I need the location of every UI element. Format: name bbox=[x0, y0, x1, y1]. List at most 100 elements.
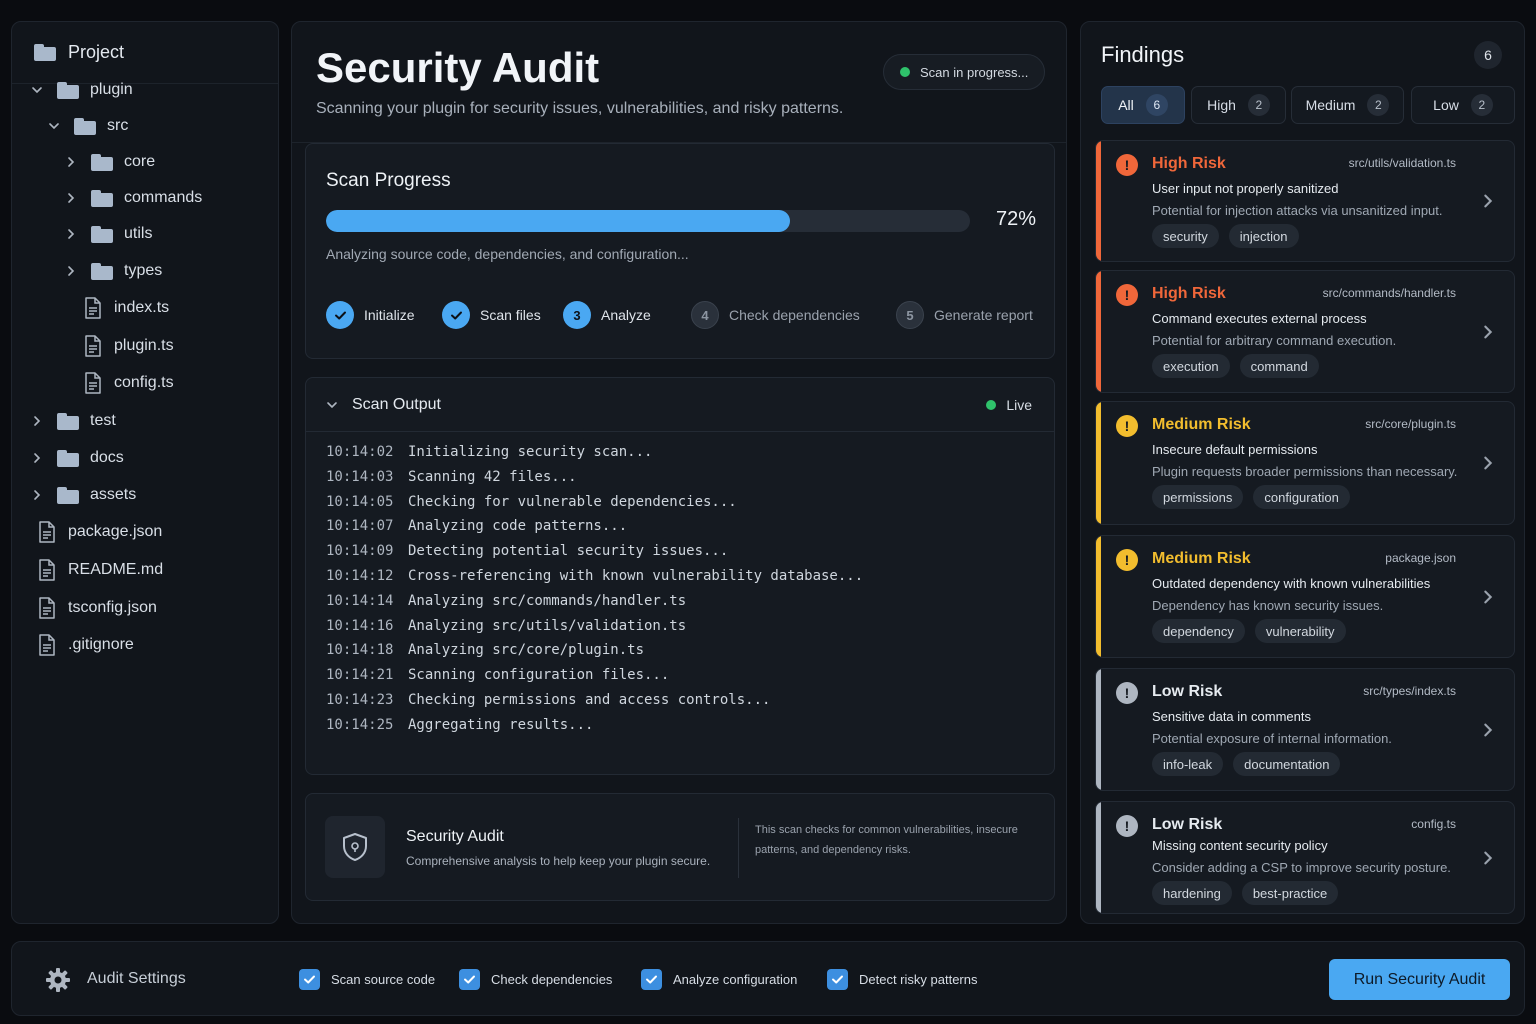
tree-item-label: utils bbox=[124, 225, 153, 242]
step-label: Initialize bbox=[364, 307, 415, 323]
filter-tab-medium[interactable]: Medium 2 bbox=[1291, 86, 1404, 124]
folder-icon bbox=[57, 81, 79, 99]
scan-step: 3 Analyze bbox=[563, 301, 651, 329]
finding-card[interactable]: ! Low Risk config.ts Missing content securi… bbox=[1095, 801, 1515, 914]
project-sidebar: Project plugin src core commands utils types i… bbox=[11, 21, 279, 924]
chevron-down-icon[interactable] bbox=[324, 397, 340, 413]
checkbox-checked-icon[interactable] bbox=[641, 969, 662, 990]
alert-icon: ! bbox=[1116, 682, 1138, 704]
file-icon bbox=[84, 297, 102, 319]
chevron-down-icon[interactable] bbox=[46, 118, 62, 134]
filter-label: Medium bbox=[1305, 97, 1356, 113]
file-icon bbox=[84, 372, 102, 394]
tree-file[interactable]: README.md bbox=[29, 555, 163, 585]
step-label: Generate report bbox=[934, 307, 1033, 323]
chevron-right-icon[interactable] bbox=[63, 154, 79, 170]
tree-folder[interactable]: types bbox=[63, 256, 162, 286]
tree-file[interactable]: plugin.ts bbox=[63, 331, 174, 361]
severity-stripe bbox=[1096, 271, 1101, 392]
tree-file[interactable]: package.json bbox=[29, 517, 162, 547]
chevron-right-icon[interactable] bbox=[1480, 722, 1496, 738]
file-icon bbox=[38, 559, 56, 581]
log-line: 10:14:14 Analyzing src/commands/handler.t… bbox=[326, 593, 863, 618]
step-label: Check dependencies bbox=[729, 307, 860, 323]
log-timestamp: 10:14:25 bbox=[326, 716, 394, 733]
tree-item-label: types bbox=[124, 262, 163, 279]
folder-icon bbox=[91, 225, 113, 243]
tree-folder[interactable]: core bbox=[63, 147, 155, 177]
filter-tab-all[interactable]: All 6 bbox=[1101, 86, 1185, 124]
finding-description: Dependency has known security issues. bbox=[1152, 598, 1384, 613]
finding-card[interactable]: ! High Risk src/commands/handler.ts Command… bbox=[1095, 270, 1515, 393]
folder-icon bbox=[34, 44, 56, 61]
checkbox-checked-icon[interactable] bbox=[827, 969, 848, 990]
gear-icon[interactable] bbox=[44, 966, 72, 994]
chevron-right-icon[interactable] bbox=[1480, 455, 1496, 471]
checkbox-checked-icon[interactable] bbox=[459, 969, 480, 990]
scan-progress-card: Scan Progress 72% Analyzing source code,… bbox=[305, 143, 1055, 359]
scan-status-badge: Scan in progress... bbox=[883, 54, 1045, 90]
filter-count: 2 bbox=[1367, 94, 1390, 116]
chevron-right-icon[interactable] bbox=[1480, 850, 1496, 866]
progress-bar bbox=[326, 210, 970, 232]
chevron-right-icon[interactable] bbox=[1480, 324, 1496, 340]
tree-file[interactable]: index.ts bbox=[63, 293, 169, 323]
folder-icon bbox=[57, 449, 79, 467]
finding-description: Potential exposure of internal informati… bbox=[1152, 731, 1392, 746]
log-timestamp: 10:14:14 bbox=[326, 592, 394, 609]
option-checkbox[interactable]: Check dependencies bbox=[459, 969, 612, 990]
tree-folder[interactable]: src bbox=[46, 111, 128, 141]
scan-output-header[interactable]: Scan Output Live bbox=[306, 378, 1054, 432]
tree-folder[interactable]: commands bbox=[63, 183, 202, 213]
step-number: 5 bbox=[896, 301, 924, 329]
tree-file[interactable]: config.ts bbox=[63, 368, 174, 398]
finding-tag: configuration bbox=[1253, 485, 1350, 509]
finding-tags: execution command bbox=[1152, 354, 1319, 378]
finding-tag: command bbox=[1239, 354, 1319, 378]
tree-file[interactable]: tsconfig.json bbox=[29, 593, 157, 623]
option-checkbox[interactable]: Detect risky patterns bbox=[827, 969, 978, 990]
check-icon bbox=[442, 301, 470, 329]
chevron-right-icon[interactable] bbox=[63, 190, 79, 206]
finding-card[interactable]: ! Medium Risk src/core/plugin.ts Insecure d… bbox=[1095, 401, 1515, 525]
tree-folder[interactable]: utils bbox=[63, 219, 152, 249]
filter-count: 2 bbox=[1470, 94, 1493, 116]
checkbox-checked-icon[interactable] bbox=[299, 969, 320, 990]
filter-tab-low[interactable]: Low 2 bbox=[1411, 86, 1515, 124]
option-label: Check dependencies bbox=[491, 972, 613, 987]
chevron-right-icon[interactable] bbox=[63, 226, 79, 242]
tree-item-label: plugin bbox=[90, 81, 133, 98]
tree-folder[interactable]: assets bbox=[29, 480, 136, 510]
finding-card[interactable]: ! High Risk src/utils/validation.ts User in… bbox=[1095, 140, 1515, 262]
tree-folder[interactable]: docs bbox=[29, 443, 124, 473]
option-label: Analyze configuration bbox=[673, 972, 798, 987]
scan-progress-title: Scan Progress bbox=[326, 170, 451, 191]
chevron-right-icon[interactable] bbox=[29, 450, 45, 466]
tree-item-label: .gitignore bbox=[68, 636, 134, 653]
finding-card[interactable]: ! Low Risk src/types/index.ts Sensitive dat… bbox=[1095, 668, 1515, 791]
tree-folder[interactable]: plugin bbox=[29, 75, 133, 105]
alert-icon: ! bbox=[1116, 415, 1138, 437]
step-label: Scan files bbox=[480, 307, 541, 323]
chevron-right-icon[interactable] bbox=[1480, 589, 1496, 605]
finding-card[interactable]: ! Medium Risk package.json Outdated depende… bbox=[1095, 535, 1515, 658]
chevron-down-icon[interactable] bbox=[29, 82, 45, 98]
finding-tag: execution bbox=[1152, 354, 1230, 378]
filter-tab-high[interactable]: High 2 bbox=[1191, 86, 1286, 124]
folder-icon bbox=[57, 412, 79, 430]
finding-tag: security bbox=[1152, 224, 1219, 248]
option-checkbox[interactable]: Analyze configuration bbox=[641, 969, 797, 990]
chevron-right-icon[interactable] bbox=[63, 263, 79, 279]
finding-tag: info-leak bbox=[1152, 752, 1224, 776]
chevron-right-icon[interactable] bbox=[29, 487, 45, 503]
scan-step: Initialize bbox=[326, 301, 415, 329]
log-timestamp: 10:14:09 bbox=[326, 543, 394, 560]
chevron-right-icon[interactable] bbox=[29, 413, 45, 429]
tree-file[interactable]: .gitignore bbox=[29, 630, 134, 660]
run-security-audit-button[interactable]: Run Security Audit bbox=[1329, 959, 1510, 1000]
option-checkbox[interactable]: Scan source code bbox=[299, 969, 435, 990]
finding-heading: User input not properly sanitized bbox=[1152, 181, 1339, 196]
finding-tags: permissions configuration bbox=[1152, 485, 1350, 509]
chevron-right-icon[interactable] bbox=[1480, 193, 1496, 209]
tree-folder[interactable]: test bbox=[29, 406, 116, 436]
